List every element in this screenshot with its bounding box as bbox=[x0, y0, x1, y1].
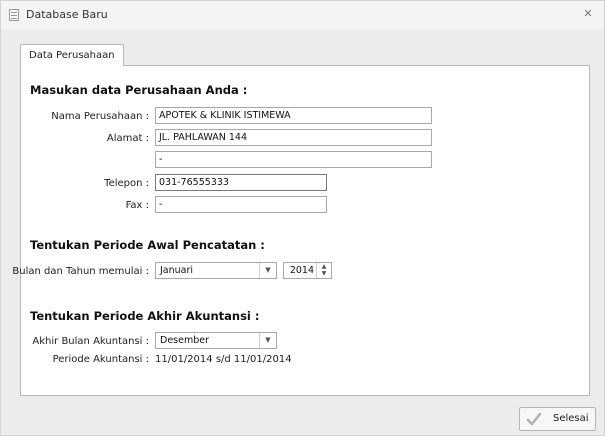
fax-label: Fax : bbox=[125, 200, 149, 211]
fax-field[interactable]: - bbox=[155, 196, 327, 213]
end-period-section-title: Tentukan Periode Akhir Akuntansi : bbox=[30, 309, 260, 323]
end-month-value: Desember bbox=[160, 335, 209, 346]
title-bar: Database Baru ✕ bbox=[1, 1, 604, 29]
tab-data-perusahaan[interactable]: Data Perusahaan bbox=[20, 44, 124, 66]
finish-button[interactable]: Selesai bbox=[519, 407, 596, 431]
company-name-label: Nama Perusahaan : bbox=[51, 111, 149, 122]
start-period-section-title: Tentukan Periode Awal Pencatatan : bbox=[30, 238, 265, 252]
phone-label: Telepon : bbox=[104, 178, 149, 189]
phone-field[interactable]: 031-76555333 bbox=[155, 174, 327, 191]
address-line2-field[interactable]: - bbox=[155, 151, 432, 168]
spinner-arrows-icon[interactable]: ▲ ▼ bbox=[316, 263, 331, 278]
address-line1-field[interactable]: JL. PAHLAWAN 144 bbox=[155, 129, 432, 146]
tab-panel: Masukan data Perusahaan Anda : Nama Peru… bbox=[12, 65, 590, 396]
start-month-value: Januari bbox=[160, 265, 194, 276]
close-icon[interactable]: ✕ bbox=[582, 8, 594, 20]
database-icon bbox=[9, 9, 19, 21]
address-label: Alamat : bbox=[106, 133, 149, 144]
accounting-period-label: Periode Akuntansi : bbox=[52, 354, 149, 365]
start-month-select[interactable]: Januari ▼ bbox=[155, 262, 277, 279]
dialog-window: Database Baru ✕ Data Perusahaan Masukan … bbox=[0, 0, 605, 436]
start-year-spinner[interactable]: 2014 ▲ ▼ bbox=[283, 262, 332, 279]
window-title: Database Baru bbox=[26, 8, 108, 21]
company-name-field[interactable]: APOTEK & KLINIK ISTIMEWA bbox=[155, 107, 432, 124]
accounting-period-value: 11/01/2014 s/d 11/01/2014 bbox=[155, 354, 292, 365]
chevron-down-icon[interactable]: ▼ bbox=[259, 263, 276, 278]
company-section-title: Masukan data Perusahaan Anda : bbox=[30, 83, 248, 97]
finish-button-label: Selesai bbox=[553, 413, 589, 424]
checkmark-icon bbox=[526, 412, 542, 426]
start-period-label: Bulan dan Tahun memulai : bbox=[12, 266, 149, 277]
end-month-select[interactable]: Desember ▼ bbox=[155, 332, 277, 349]
chevron-down-icon[interactable]: ▼ bbox=[259, 333, 276, 348]
start-year-value: 2014 bbox=[289, 265, 314, 276]
end-month-label: Akhir Bulan Akuntansi : bbox=[32, 336, 149, 347]
